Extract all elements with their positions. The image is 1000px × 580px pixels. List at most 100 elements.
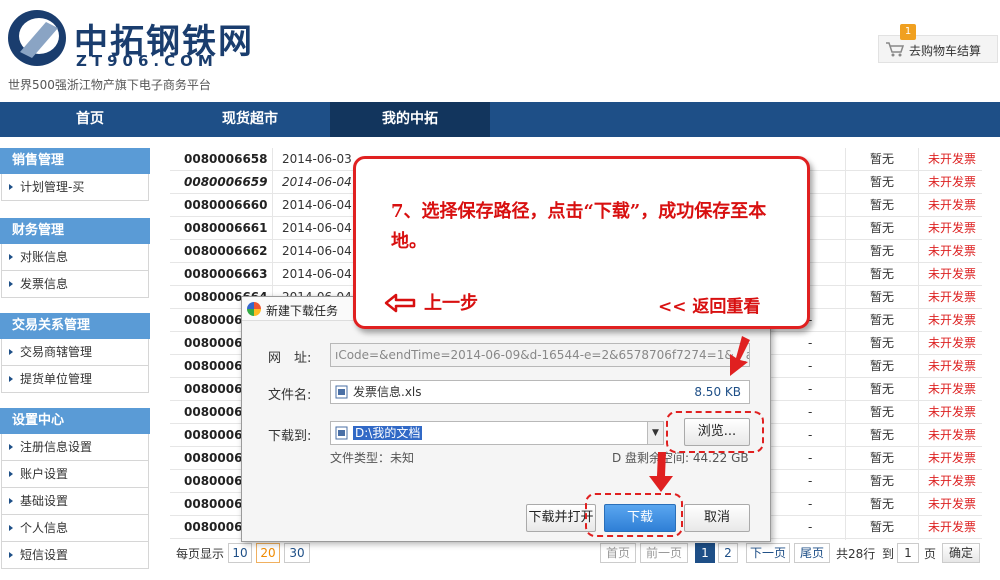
invoice-status[interactable]: 未开发票 [928,355,976,378]
next-page-button[interactable]: 下一页 [746,543,790,563]
saveto-select[interactable]: D:\我的文档 ▼ [330,421,664,445]
order-date: 2014-06-04 [282,175,352,189]
total-rows: 共28行 [836,547,876,561]
order-id[interactable]: 0080006659 [184,171,268,194]
sidebar: 销售管理 计划管理-买 财务管理 对账信息 发票信息 交易关系管理 交易商辖管理… [0,148,152,580]
placeholder-dash: - [808,474,813,488]
status-none: 暂无 [870,221,895,235]
order-id[interactable]: 0080006662 [184,240,268,263]
invoice-status[interactable]: 未开发票 [928,447,976,470]
logo-icon[interactable] [6,8,68,68]
nav-home[interactable]: 首页 [10,102,170,137]
sidebar-item-label: 对账信息 [20,250,69,264]
sidebar-group-title[interactable]: 销售管理 [0,148,150,174]
page-1[interactable]: 1 [695,543,715,563]
file-size: 8.50 KB [694,385,741,399]
sidebar-item-invoice[interactable]: 发票信息 [1,271,149,298]
page-size-10[interactable]: 10 [228,543,252,563]
invoice-status[interactable]: 未开发票 [928,309,976,332]
invoice-status[interactable]: 未开发票 [928,148,976,171]
invoice-status[interactable]: 未开发票 [928,240,976,263]
previous-step-label: 上一步 [424,293,478,314]
page-size-20[interactable]: 20 [256,543,280,563]
pagination: 每页显示 10 20 30 首页 前一页 1 2 下一页 尾页 共28行 到 1… [170,541,982,567]
invoice-status[interactable]: 未开发票 [928,263,976,286]
order-id[interactable]: 0080006663 [184,263,268,286]
sidebar-group-title[interactable]: 财务管理 [0,218,150,244]
sidebar-item-basic[interactable]: 基础设置 [1,488,149,515]
placeholder-dash: - [808,428,813,442]
replay-button[interactable]: << 返回重看 [658,292,760,317]
status-none: 暂无 [870,359,895,373]
first-page-button[interactable]: 首页 [600,543,636,563]
order-id[interactable]: 0080006658 [184,148,268,171]
sidebar-item-sms[interactable]: 短信设置 [1,542,149,569]
browser-logo-icon [247,302,261,316]
site-header: 中拓钢铁网 ZT906.COM 世界500强浙江物产旗下电子商务平台 去购物车结… [0,0,1000,102]
cart-button[interactable]: 去购物车结算 [878,35,998,63]
url-field[interactable]: ıCode=&endTime=2014-06-09&d-16544-e=2&65… [330,343,750,367]
invoice-status[interactable]: 未开发票 [928,401,976,424]
sidebar-group-trade-relations: 交易关系管理 交易商辖管理 提货单位管理 [0,313,150,393]
invoice-status[interactable]: 未开发票 [928,470,976,493]
placeholder-dash: - [808,359,813,373]
saveto-label: 下载到: [268,429,312,444]
invoice-status[interactable]: 未开发票 [928,217,976,240]
invoice-status[interactable]: 未开发票 [928,194,976,217]
cancel-button[interactable]: 取消 [684,504,750,532]
invoice-status[interactable]: 未开发票 [928,171,976,194]
invoice-status[interactable]: 未开发票 [928,516,976,539]
status-none: 暂无 [870,152,895,166]
arrow-down-icon [649,452,673,492]
last-page-button[interactable]: 尾页 [794,543,830,563]
bullet-icon [9,376,13,382]
site-slogan: 世界500强浙江物产旗下电子商务平台 [8,78,211,92]
filename-label: 文件名: [268,388,312,403]
sidebar-item-statement[interactable]: 对账信息 [1,244,149,271]
sidebar-item-account[interactable]: 账户设置 [1,461,149,488]
tutorial-tooltip: 7、选择保存路径，点击“下载”，成功保存至本地。 上一步 << 返回重看 [353,156,810,329]
filename-field[interactable]: 发票信息.xls 8.50 KB [330,380,750,404]
placeholder-dash: - [808,497,813,511]
sidebar-item-personal[interactable]: 个人信息 [1,515,149,542]
status-none: 暂无 [870,405,895,419]
sidebar-item-plan-buy[interactable]: 计划管理-买 [1,174,149,201]
cart-icon [886,42,905,57]
sidebar-group-title[interactable]: 交易关系管理 [0,313,150,339]
invoice-status[interactable]: 未开发票 [928,378,976,401]
invoice-status[interactable]: 未开发票 [928,332,976,355]
sidebar-group-settings: 设置中心 注册信息设置 账户设置 基础设置 个人信息 短信设置 [0,408,150,569]
goto-page-input[interactable]: 1 [897,543,919,563]
cart-label: 去购物车结算 [909,44,982,58]
sidebar-item-trader-manage[interactable]: 交易商辖管理 [1,339,149,366]
bullet-icon [9,349,13,355]
page-size-30[interactable]: 30 [284,543,310,563]
placeholder-dash: - [808,520,813,534]
chevron-down-icon[interactable]: ▼ [647,422,663,444]
sidebar-group-sales: 销售管理 计划管理-买 [0,148,150,201]
per-page-label: 每页显示 [176,547,225,561]
order-date: 2014-06-03 [282,152,352,166]
goto-confirm-button[interactable]: 确定 [942,543,980,563]
bullet-icon [9,444,13,450]
order-id[interactable]: 0080006661 [184,217,268,240]
sidebar-item-register-info[interactable]: 注册信息设置 [1,434,149,461]
prev-page-button[interactable]: 前一页 [640,543,688,563]
bullet-icon [9,281,13,287]
sidebar-group-title[interactable]: 设置中心 [0,408,150,434]
sidebar-group-finance: 财务管理 对账信息 发票信息 [0,218,150,298]
folder-icon [335,426,348,440]
sidebar-item-label: 注册信息设置 [20,440,93,454]
page-2[interactable]: 2 [718,543,738,563]
bullet-icon [9,184,13,190]
order-id[interactable]: 0080006660 [184,194,268,217]
nav-spot-market[interactable]: 现货超市 [170,102,330,137]
invoice-status[interactable]: 未开发票 [928,286,976,309]
cart-count-badge: 1 [900,24,916,40]
nav-my-zhongtuo[interactable]: 我的中拓 [330,102,490,137]
previous-step-button[interactable]: 上一步 [384,289,478,315]
invoice-status[interactable]: 未开发票 [928,424,976,447]
placeholder-dash: - [808,336,813,350]
invoice-status[interactable]: 未开发票 [928,493,976,516]
sidebar-item-pickup-unit[interactable]: 提货单位管理 [1,366,149,393]
